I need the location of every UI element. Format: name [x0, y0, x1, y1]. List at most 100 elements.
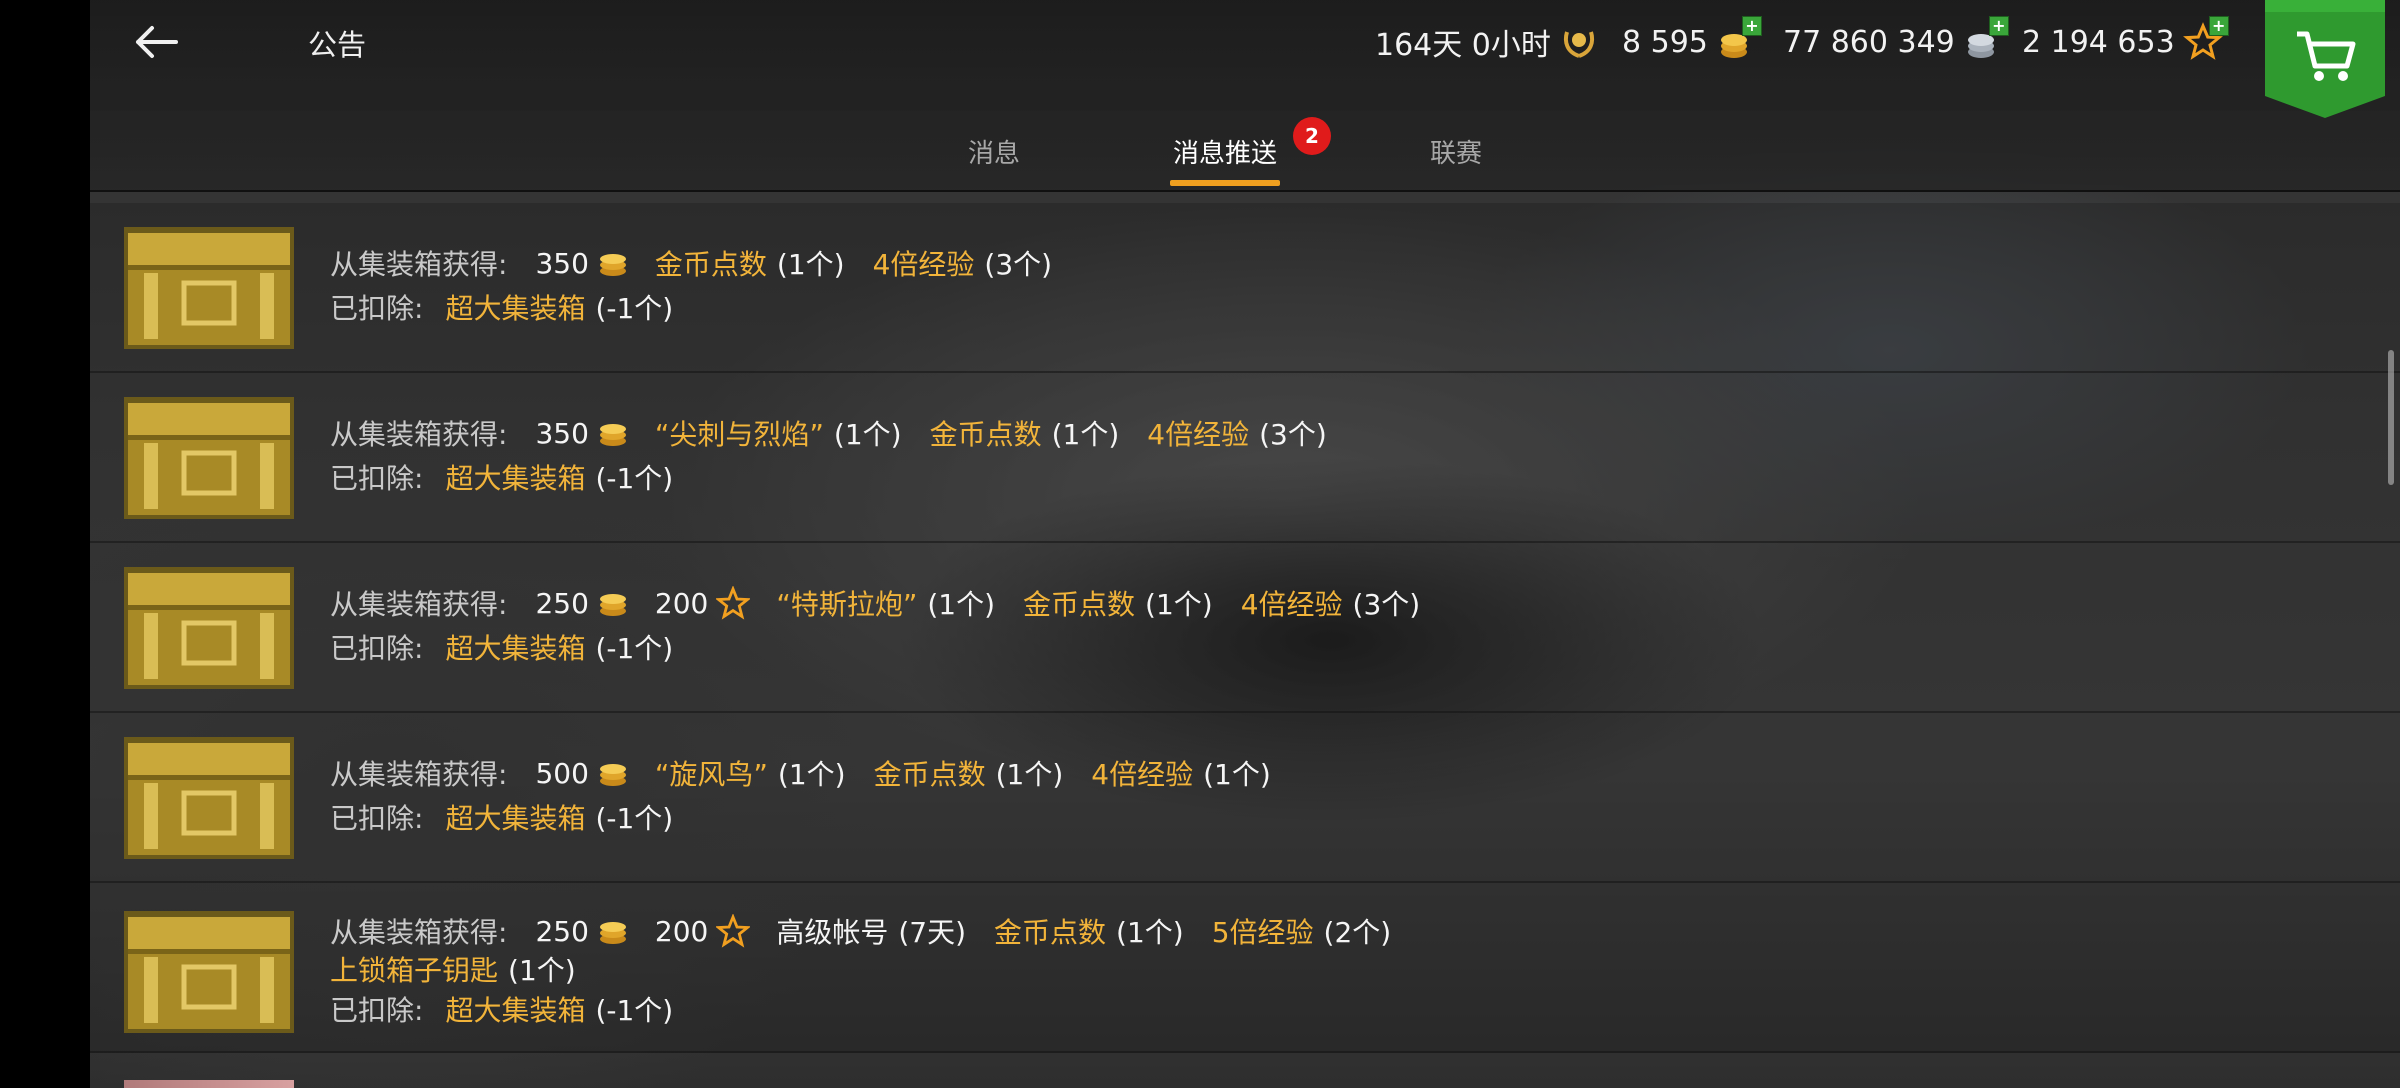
reward-amount: 250 [535, 914, 589, 948]
reward-item: 4倍经验 [1240, 588, 1343, 621]
container-chest-icon [124, 911, 294, 1033]
tab-messages[interactable]: 消息 [968, 133, 1020, 170]
reward-count: (1个) [508, 954, 576, 987]
reward-amount: 350 [535, 416, 589, 450]
reward-count: (1个) [776, 248, 845, 281]
reward-count: (2个) [1323, 916, 1392, 949]
reward-count: (1个) [1203, 758, 1271, 791]
obtained-label: 从集装箱获得: [330, 418, 508, 451]
reward-count: (1个) [1116, 916, 1184, 949]
reward-item: 金币点数 [1023, 588, 1136, 621]
reward-count: (1个) [1051, 418, 1120, 451]
deducted-label: 已扣除: [330, 462, 424, 495]
deducted-item: 超大集装箱 [445, 802, 586, 835]
reward-amount: 350 [535, 246, 589, 280]
reward-item: 5倍经验 [1211, 916, 1314, 949]
tab-league[interactable]: 联赛 [1430, 133, 1482, 170]
obtained-label: 从集装箱获得: [330, 248, 508, 281]
back-arrow-icon[interactable] [130, 18, 184, 66]
obtained-label: 从集装箱获得: [330, 588, 508, 621]
app-frame: 公告 164天 0小时 8 595 + 77 860 349 + 2 194 6… [90, 0, 2400, 1088]
premium-time-value: 164天 0小时 [1375, 28, 1551, 63]
add-stars-button[interactable]: + [2208, 16, 2229, 36]
reward-count: (1个) [777, 758, 846, 791]
add-silver-button[interactable]: + [1988, 16, 2009, 36]
reward-item: “尖刺与烈焰” [654, 418, 824, 451]
deducted-item: 超大集装箱 [445, 994, 586, 1027]
gold-counter[interactable]: 8 595 + [1622, 16, 1762, 66]
silver-coins-icon: + [1963, 16, 2009, 62]
reward-count: (1个) [927, 588, 996, 621]
deducted-label: 已扣除: [330, 802, 424, 835]
list-item[interactable]: 从集装箱获得: 250 200 高级帐号 (7天) 金币点数 (1个) 5倍经验 (2个) 上… [90, 883, 2400, 1053]
reward-line: 从集装箱获得: 350 “尖刺与烈焰” (1个) 金币点数 (1个) 4倍经验 (3个) [330, 413, 1355, 453]
silver-counter[interactable]: 77 860 349 + [1783, 16, 2009, 66]
reward-item: “特斯拉炮” [776, 588, 918, 621]
container-chest-icon [124, 397, 294, 519]
premium-laurel-icon [1563, 31, 1594, 58]
reward-count: (1个) [833, 418, 902, 451]
reward-line: 从集装箱获得: 250 200 “特斯拉炮” (1个) 金币点数 (1个) 4倍经验 (3个) [330, 583, 1448, 623]
deducted-count: (-1个) [595, 802, 674, 835]
reward-item: 上锁箱子钥匙 [330, 954, 499, 987]
reward-item: 4倍经验 [1147, 418, 1250, 451]
stars-value: 2 194 653 [2022, 24, 2175, 60]
reward-line-continued: 上锁箱子钥匙 (1个) [330, 949, 604, 989]
obtained-label: 从集装箱获得: [330, 916, 508, 949]
star-icon [716, 914, 751, 948]
silver-value: 77 860 349 [1783, 24, 1955, 60]
reward-amount: 200 [654, 586, 709, 620]
reward-count: (3个) [1259, 418, 1327, 451]
reward-amount: 250 [535, 586, 589, 620]
list-item[interactable]: 从集装箱获得: 250 200 “特斯拉炮” (1个) 金币点数 (1个) 4倍经验 (3个)… [90, 543, 2400, 713]
obtained-label: 从集装箱获得: [330, 758, 508, 791]
deducted-line: 已扣除: 超大集装箱 (-1个) [330, 457, 701, 497]
add-gold-button[interactable]: + [1741, 16, 1762, 36]
reward-line: 从集装箱获得: 500 “旋风鸟” (1个) 金币点数 (1个) 4倍经验 (1个) [330, 753, 1299, 793]
gold-coin-icon [599, 254, 626, 276]
gold-coin-icon [599, 594, 626, 616]
deducted-count: (-1个) [595, 994, 674, 1027]
reward-amount: 200 [654, 914, 709, 948]
gold-coin-icon [599, 424, 626, 446]
shop-cart-button[interactable] [2265, 0, 2385, 118]
deducted-count: (-1个) [595, 292, 674, 325]
reward-item: 4倍经验 [872, 248, 975, 281]
reward-count: (3个) [1352, 588, 1421, 621]
container-chest-icon [124, 737, 294, 859]
star-icon: + [2182, 16, 2229, 62]
premium-time-counter[interactable]: 164天 0小时 [1375, 18, 1599, 66]
container-chest-icon [124, 567, 294, 689]
stars-counter[interactable]: 2 194 653 + [2022, 16, 2229, 66]
list-item[interactable]: 从集装箱获得: 500 “旋风鸟” (1个) 金币点数 (1个) 4倍经验 (1个) 已扣除… [90, 713, 2400, 883]
reward-count: (1个) [995, 758, 1064, 791]
next-item-thumbnail [124, 1080, 294, 1088]
deducted-item: 超大集装箱 [445, 292, 586, 325]
notification-badge: 2 [1293, 117, 1331, 155]
tab-push-messages[interactable]: 消息推送 [1173, 133, 1277, 170]
deducted-label: 已扣除: [330, 292, 424, 325]
deducted-line: 已扣除: 超大集装箱 (-1个) [330, 627, 701, 667]
deducted-count: (-1个) [595, 632, 674, 665]
gold-coin-icon [599, 922, 626, 944]
deducted-label: 已扣除: [330, 994, 424, 1027]
reward-line: 从集装箱获得: 250 200 高级帐号 (7天) 金币点数 (1个) 5倍经验 (2个) [330, 911, 1419, 951]
reward-line: 从集装箱获得: 350 金币点数 (1个) 4倍经验 (3个) [330, 243, 1080, 283]
deducted-label: 已扣除: [330, 632, 424, 665]
list-item[interactable]: 从集装箱获得: 350 “尖刺与烈焰” (1个) 金币点数 (1个) 4倍经验 (3个) 已… [90, 373, 2400, 543]
gold-value: 8 595 [1622, 24, 1708, 60]
reward-item: 金币点数 [654, 248, 767, 281]
deducted-item: 超大集装箱 [445, 462, 586, 495]
scrollbar[interactable] [2388, 350, 2394, 485]
page-title: 公告 [308, 28, 367, 62]
reward-count: (3个) [984, 248, 1053, 281]
container-chest-icon [124, 227, 294, 349]
reward-item: “旋风鸟” [654, 758, 768, 791]
deducted-line: 已扣除: 超大集装箱 (-1个) [330, 989, 701, 1029]
star-icon [716, 586, 751, 620]
list-item[interactable]: 从集装箱获得: 350 金币点数 (1个) 4倍经验 (3个) 已扣除: 超大集装箱 (… [90, 203, 2400, 373]
deducted-line: 已扣除: 超大集装箱 (-1个) [330, 287, 701, 327]
deducted-line: 已扣除: 超大集装箱 (-1个) [330, 797, 701, 837]
reward-amount: 500 [535, 756, 589, 790]
reward-count: (7天) [898, 916, 967, 949]
